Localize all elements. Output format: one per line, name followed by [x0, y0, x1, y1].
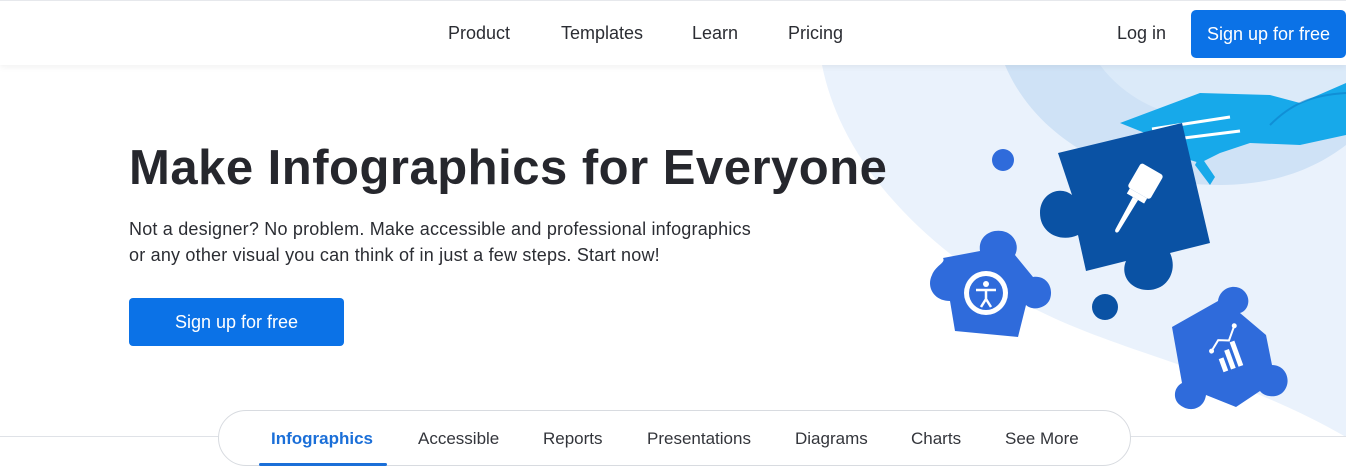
tab-presentations[interactable]: Presentations: [647, 429, 751, 449]
signup-button-header[interactable]: Sign up for free: [1191, 10, 1346, 58]
login-link[interactable]: Log in: [1117, 23, 1166, 44]
tab-reports[interactable]: Reports: [543, 429, 603, 449]
hero-title: Make Infographics for Everyone: [129, 141, 888, 195]
accessibility-icon: [964, 271, 1008, 315]
signup-button-hero[interactable]: Sign up for free: [129, 298, 344, 346]
top-navigation-bar: Product Templates Learn Pricing Log in S…: [0, 0, 1346, 65]
nav-pricing[interactable]: Pricing: [788, 23, 843, 44]
hero-subtitle-line-2: or any other visual you can think of in …: [129, 245, 660, 265]
hero-subtitle-line-1: Not a designer? No problem. Make accessi…: [129, 219, 751, 239]
tab-accessible[interactable]: Accessible: [418, 429, 499, 449]
tab-diagrams[interactable]: Diagrams: [795, 429, 868, 449]
tab-see-more[interactable]: See More: [1005, 429, 1079, 449]
nav-product[interactable]: Product: [448, 23, 510, 44]
tab-infographics[interactable]: Infographics: [271, 429, 373, 449]
active-tab-indicator: [259, 463, 387, 466]
tab-charts[interactable]: Charts: [911, 429, 961, 449]
hero-subtitle: Not a designer? No problem. Make accessi…: [129, 216, 809, 268]
nav-templates[interactable]: Templates: [561, 23, 643, 44]
category-tabs: Infographics Accessible Reports Presenta…: [218, 410, 1131, 466]
nav-learn[interactable]: Learn: [692, 23, 738, 44]
hero-illustration: [800, 65, 1346, 437]
